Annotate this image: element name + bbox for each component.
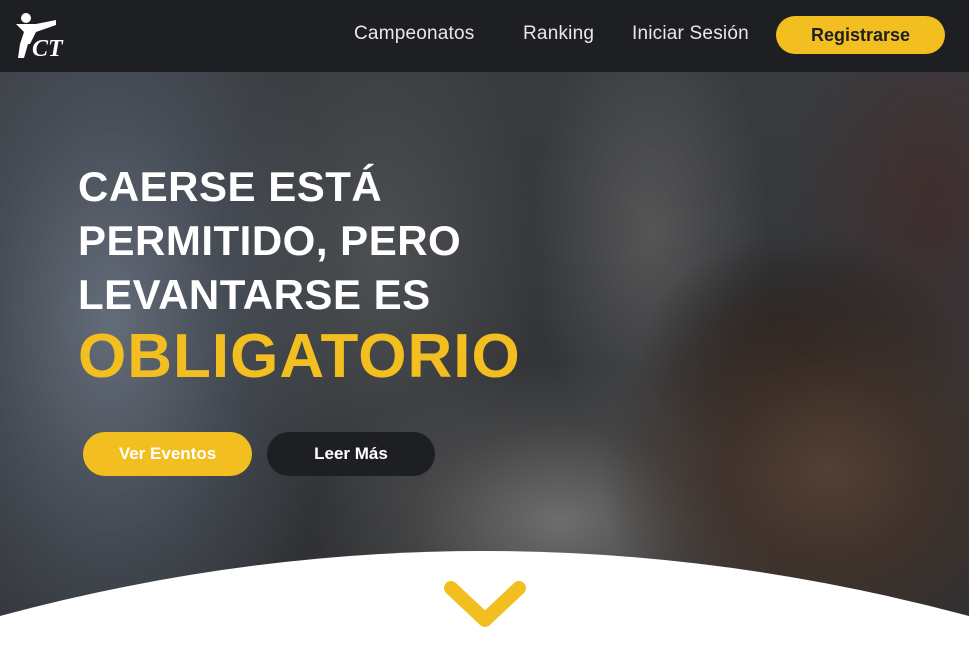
hero-title: CAERSE ESTÁ PERMITIDO, PERO LEVANTARSE E…: [78, 160, 638, 392]
chevron-down-icon[interactable]: [441, 578, 529, 634]
navbar: CT Campeonatos Ranking Iniciar Sesión Re…: [0, 0, 969, 72]
hero-title-line: PERMITIDO, PERO: [78, 217, 462, 264]
nav-link-campeonatos[interactable]: Campeonatos: [354, 23, 475, 45]
hero-title-line: LEVANTARSE ES: [78, 271, 431, 318]
nav-link-ranking[interactable]: Ranking: [523, 23, 594, 45]
view-events-button[interactable]: Ver Eventos: [83, 432, 252, 476]
logo-text: CT: [32, 36, 64, 62]
logo-icon[interactable]: CT: [12, 10, 88, 62]
nav-link-login[interactable]: Iniciar Sesión: [632, 23, 749, 45]
register-button[interactable]: Registrarse: [776, 16, 945, 54]
hero-title-line: CAERSE ESTÁ: [78, 163, 383, 210]
read-more-button[interactable]: Leer Más: [267, 432, 435, 476]
hero-title-accent: OBLIGATORIO: [78, 322, 521, 391]
